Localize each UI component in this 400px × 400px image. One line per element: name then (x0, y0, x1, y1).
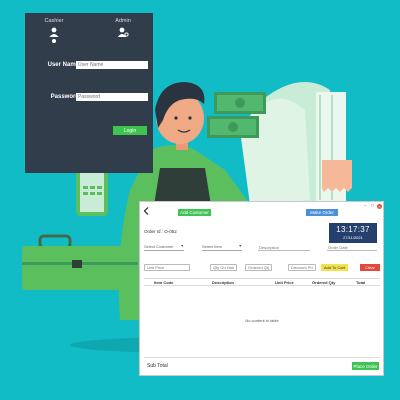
login-panel: Cashier Admin User Name Password Login (25, 13, 153, 173)
customer-select[interactable]: Select Customer ▼ (144, 244, 184, 251)
role-label: Admin (115, 18, 131, 24)
cart-table[interactable]: No content in table (144, 286, 380, 356)
role-label: Cashier (44, 18, 64, 24)
order-date-input[interactable] (327, 244, 377, 251)
cart-table-header: Item Code Description Unit Price Ordered… (144, 278, 380, 286)
maximize-icon[interactable]: □ (370, 204, 375, 209)
column-header: Total (356, 280, 366, 285)
clock-date: 27/11/2021 (343, 235, 363, 240)
add-customer-button[interactable]: Add Customer (178, 209, 211, 216)
place-order-button[interactable]: Place Order (352, 362, 379, 370)
column-header: Unit Price (275, 280, 294, 285)
password-label: Password (50, 94, 79, 100)
clock-time: 13:17:37 (336, 225, 370, 234)
sub-total-label: Sub Total (147, 363, 168, 369)
close-icon[interactable]: × (377, 204, 382, 209)
order-id: Order Id : O-052 (144, 229, 177, 234)
username-label: User Name (47, 62, 79, 68)
back-arrow-icon[interactable] (143, 207, 150, 215)
user-icon (49, 27, 59, 37)
item-select-value: Select Item (202, 244, 223, 249)
column-header: Ordered Qty (312, 280, 336, 285)
clock-display: 13:17:37 27/11/2021 (329, 223, 377, 243)
item-select[interactable]: Select Item ▼ (202, 244, 242, 251)
chevron-down-icon: ▼ (180, 244, 184, 248)
admin-user-icon (117, 27, 129, 37)
add-to-cart-button[interactable]: Add To Cart (321, 264, 348, 271)
chevron-down-icon: ▼ (238, 244, 242, 248)
description-input[interactable] (258, 244, 310, 251)
column-header: Item Code (154, 280, 174, 285)
role-option-cashier[interactable]: Cashier (29, 18, 79, 43)
username-input[interactable] (76, 61, 148, 69)
divider (144, 357, 380, 358)
qty-on-hand-input[interactable] (210, 264, 237, 271)
unit-price-input[interactable] (144, 264, 190, 271)
role-option-admin[interactable]: Admin (98, 18, 148, 38)
ordered-qty-input[interactable] (245, 264, 272, 271)
discount-input[interactable] (288, 264, 316, 271)
empty-table-message: No content in table (245, 318, 279, 323)
login-button[interactable]: Login (113, 126, 147, 135)
password-input[interactable] (76, 93, 148, 101)
minimize-icon[interactable]: − (363, 204, 368, 209)
place-order-window: Add Customer Make Order − □ × 13:17:37 2… (139, 201, 384, 376)
customer-select-value: Select Customer (144, 244, 174, 249)
role-radio-selected[interactable] (52, 39, 56, 43)
clear-button[interactable]: Clear (360, 264, 380, 271)
column-header: Description (212, 280, 235, 285)
make-order-button[interactable]: Make Order (306, 209, 338, 216)
